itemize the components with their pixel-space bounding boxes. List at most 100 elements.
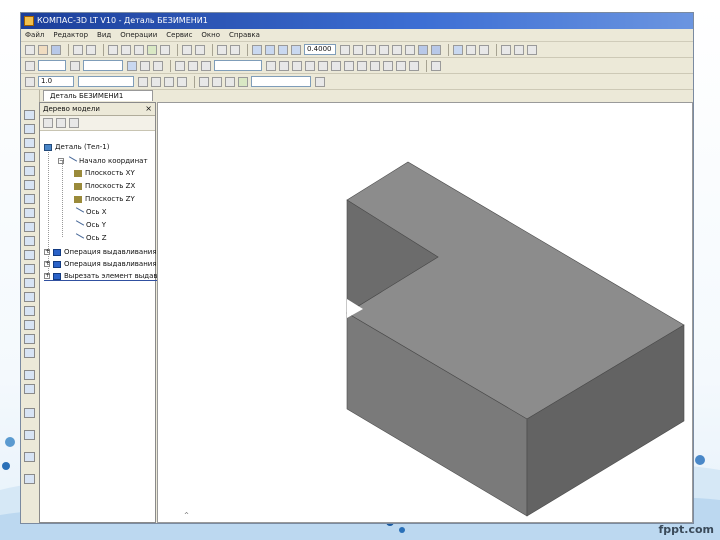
step-icon[interactable] [153, 60, 163, 71]
chamfer-op-icon[interactable] [24, 222, 35, 232]
status-field[interactable] [251, 76, 311, 87]
spline-icon[interactable] [344, 60, 354, 71]
shaded-edges-icon[interactable] [431, 44, 441, 55]
mirror-icon[interactable] [396, 60, 406, 71]
stop-icon[interactable] [315, 76, 325, 87]
wireframe-icon[interactable] [379, 44, 389, 55]
array-icon[interactable] [24, 278, 35, 288]
local-cs-icon[interactable] [140, 60, 150, 71]
rectangle-icon[interactable] [318, 60, 328, 71]
rebuild-icon[interactable] [175, 60, 185, 71]
help-icon[interactable] [230, 44, 240, 55]
settings-icon[interactable] [24, 474, 35, 484]
perspective-icon[interactable] [453, 44, 463, 55]
orthogonal-icon[interactable] [188, 60, 198, 71]
filter-icon[interactable] [527, 44, 537, 55]
line-icon[interactable] [279, 60, 289, 71]
collapse-icon[interactable]: − [58, 158, 64, 164]
thread-icon[interactable] [24, 320, 35, 330]
zoom-out-icon[interactable] [265, 44, 275, 55]
section-icon[interactable] [466, 44, 476, 55]
measure-op-icon[interactable] [24, 370, 35, 380]
hidden-lines-icon[interactable] [392, 44, 402, 55]
coordinates-icon[interactable] [201, 60, 211, 71]
kinematic-icon[interactable] [24, 152, 35, 162]
fillet-icon[interactable] [357, 60, 367, 71]
menu-operations[interactable]: Операции [120, 31, 157, 39]
shell-icon[interactable] [24, 236, 35, 246]
tree-filter-icon[interactable] [56, 118, 66, 128]
report-icon[interactable] [24, 430, 35, 440]
paste-icon[interactable] [134, 44, 144, 55]
zoom-value-field[interactable]: 0.4000 [304, 44, 336, 55]
editing-icon[interactable] [24, 110, 35, 120]
close-icon[interactable]: × [145, 103, 152, 115]
ortho-icon[interactable] [212, 76, 222, 87]
point-icon[interactable] [266, 60, 276, 71]
save-icon[interactable] [51, 44, 61, 55]
filter-op-icon[interactable] [24, 384, 35, 394]
tree-item[interactable]: + Операция выдавливания:1 [44, 248, 163, 256]
zoom-window-icon[interactable] [278, 44, 288, 55]
pan-icon[interactable] [340, 44, 350, 55]
fillet-op-icon[interactable] [24, 208, 35, 218]
tree-sort-icon[interactable] [43, 118, 53, 128]
menu-file[interactable]: Файл [25, 31, 44, 39]
snap-icon[interactable] [514, 44, 524, 55]
redo-icon[interactable] [195, 44, 205, 55]
line-width-field[interactable]: 1.0 [38, 76, 74, 87]
zoom-in-icon[interactable] [252, 44, 262, 55]
open-file-icon[interactable] [38, 44, 48, 55]
undo-icon[interactable] [182, 44, 192, 55]
expand-icon[interactable]: + [44, 273, 50, 279]
3d-model-view[interactable]: ^ [158, 103, 692, 522]
tree-item[interactable]: Плоскость XY [74, 169, 135, 177]
preview-icon[interactable] [86, 44, 96, 55]
round-icon[interactable] [225, 76, 235, 87]
orientation-icon[interactable] [366, 44, 376, 55]
tree-item[interactable]: + Операция выдавливания:2 [44, 260, 163, 268]
offset-icon[interactable] [409, 60, 419, 71]
section-op-icon[interactable] [24, 306, 35, 316]
zoom-fit-icon[interactable] [291, 44, 301, 55]
variables-icon[interactable] [160, 44, 170, 55]
copy-icon[interactable] [121, 44, 131, 55]
chamfer-icon[interactable] [370, 60, 380, 71]
tree-root[interactable]: Деталь (Тел-1) [44, 143, 109, 151]
expand-icon[interactable]: + [44, 249, 50, 255]
line-style-icon[interactable] [25, 76, 35, 87]
color-icon[interactable] [138, 76, 148, 87]
rotate-op-icon[interactable] [24, 138, 35, 148]
menu-edit[interactable]: Редактор [53, 31, 88, 39]
document-tab[interactable]: Деталь БЕЗИМЕНИ1 [43, 90, 153, 101]
tree-item-selected[interactable]: + Вырезать элемент выдавл [44, 272, 162, 281]
specification-icon[interactable] [24, 408, 35, 418]
state-icon[interactable] [70, 60, 80, 71]
menu-help[interactable]: Справка [229, 31, 260, 39]
menu-service[interactable]: Сервис [166, 31, 192, 39]
tree-item[interactable]: Плоскость ZX [74, 182, 135, 190]
tree-item[interactable]: Ось Y [72, 219, 106, 231]
polygon-icon[interactable] [331, 60, 341, 71]
properties-icon[interactable] [147, 44, 157, 55]
tree-item[interactable]: Плоскость ZY [74, 195, 135, 203]
cut-extrude-icon[interactable] [24, 180, 35, 190]
style-icon[interactable] [164, 76, 174, 87]
library-icon[interactable] [24, 452, 35, 462]
coord-field[interactable] [214, 60, 262, 71]
line-type-field[interactable] [78, 76, 134, 87]
layer-field[interactable] [38, 60, 66, 71]
binding-icon[interactable] [238, 76, 248, 87]
manager-icon[interactable] [217, 44, 227, 55]
sheet-icon[interactable] [24, 334, 35, 344]
new-file-icon[interactable] [25, 44, 35, 55]
state-field[interactable] [83, 60, 123, 71]
cut-rotate-icon[interactable] [24, 194, 35, 204]
mirror-op-icon[interactable] [24, 292, 35, 302]
measure-icon[interactable] [501, 44, 511, 55]
cut-icon[interactable] [108, 44, 118, 55]
expand-icon[interactable]: + [44, 261, 50, 267]
rib-icon[interactable] [24, 250, 35, 260]
menu-window[interactable]: Окно [201, 31, 220, 39]
extrude-icon[interactable] [24, 124, 35, 134]
